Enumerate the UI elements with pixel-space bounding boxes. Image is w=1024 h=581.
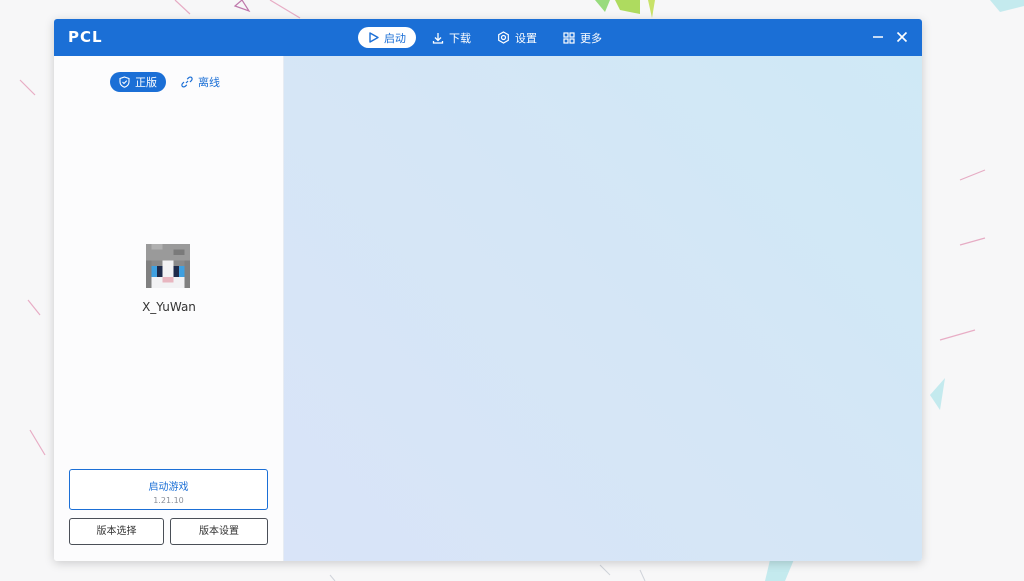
shield-icon <box>119 76 130 88</box>
download-icon <box>432 32 444 44</box>
nav-download-label: 下载 <box>449 31 471 45</box>
app-title: PCL <box>68 28 103 46</box>
close-icon[interactable] <box>894 29 910 45</box>
nav-more[interactable]: 更多 <box>553 27 612 48</box>
nav-download[interactable]: 下载 <box>422 27 481 48</box>
nav-settings[interactable]: 设置 <box>487 27 547 48</box>
main-content-area <box>284 56 922 561</box>
mode-official-label: 正版 <box>135 76 157 89</box>
version-settings-button[interactable]: 版本设置 <box>170 518 268 545</box>
top-nav: 启动 下载 设置 更多 <box>358 27 618 48</box>
play-icon <box>369 32 379 43</box>
username: X_YuWan <box>142 300 196 314</box>
nav-launch-label: 启动 <box>384 31 406 45</box>
minimize-icon[interactable] <box>870 29 886 45</box>
login-mode-switch: 正版 离线 <box>110 72 235 92</box>
sidebar: 正版 离线 X_YuWan 启动游戏 1.21.10 版本选择 版本设置 <box>54 56 284 561</box>
nav-launch[interactable]: 启动 <box>358 27 416 48</box>
link-icon <box>181 76 193 88</box>
nav-more-label: 更多 <box>580 31 602 45</box>
version-select-button[interactable]: 版本选择 <box>69 518 164 545</box>
launch-game-label: 启动游戏 <box>148 482 189 493</box>
mode-official-button[interactable]: 正版 <box>110 72 166 92</box>
launcher-window: PCL 启动 下载 设置 更多 正版 离线 X_YuWan 启动游戏 1.21.… <box>54 19 922 561</box>
mode-offline-button[interactable]: 离线 <box>172 72 229 92</box>
mode-offline-label: 离线 <box>198 76 220 89</box>
nav-settings-label: 设置 <box>515 31 537 45</box>
avatar <box>146 244 190 288</box>
grid-icon <box>563 31 575 44</box>
title-bar[interactable]: PCL 启动 下载 设置 更多 <box>54 19 922 56</box>
launch-game-button[interactable]: 启动游戏 1.21.10 <box>69 469 268 510</box>
settings-icon <box>498 31 509 44</box>
launch-game-version: 1.21.10 <box>153 496 184 505</box>
